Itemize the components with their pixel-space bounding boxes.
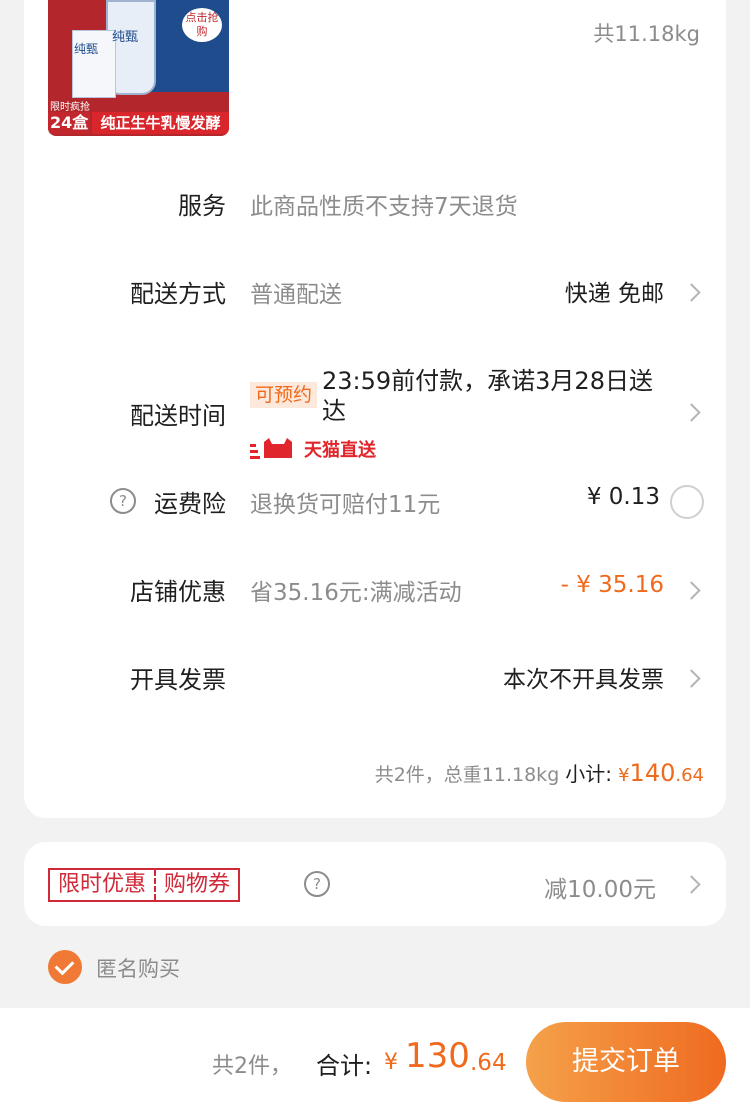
submit-order-button[interactable]: 提交订单 [526, 1022, 726, 1102]
shipping-insurance-label: 运费险 [154, 490, 226, 518]
shipping-insurance-price: ¥ 0.13 [586, 484, 660, 510]
help-icon[interactable]: ? [110, 488, 136, 514]
check-icon[interactable] [48, 950, 82, 984]
store-discount-row[interactable]: 店铺优惠 省35.16元:满减活动 - ¥ 35.16 [24, 572, 726, 612]
store-discount-desc: 省35.16元:满减活动 [250, 580, 462, 606]
coupon-tag: 限时优惠 购物券 [48, 868, 241, 902]
shipping-insurance-row: ? 运费险 退换货可赔付11元 ¥ 0.13 [24, 482, 726, 522]
product-count-label: 24盒 [48, 112, 91, 134]
subtotal-line: 共2件，总重11.18kg 小计: ¥140.64 [375, 758, 704, 787]
product-promo-tag: 点击抢购 [182, 8, 222, 42]
total-currency: ¥ [384, 1050, 398, 1075]
product-slogan: 纯正生牛乳慢发酵 [92, 112, 229, 134]
store-discount-value: - ¥ 35.16 [560, 572, 664, 598]
store-discount-label: 店铺优惠 [130, 578, 226, 606]
delivery-method-desc: 普通配送 [250, 282, 342, 308]
delivery-time-text: 23:59前付款，承诺3月28日送达 [322, 367, 653, 425]
invoice-label: 开具发票 [130, 666, 226, 694]
invoice-value: 本次不开具发票 [503, 667, 664, 693]
product-limit-text: 限时疯抢 [50, 102, 90, 113]
help-icon[interactable]: ? [304, 871, 330, 897]
product-bottle-text: 纯甄 [112, 30, 139, 45]
service-label: 服务 [178, 192, 226, 220]
chevron-right-icon [682, 581, 701, 600]
chevron-right-icon [682, 875, 701, 894]
product-box-text: 纯甄 [74, 42, 99, 56]
total-integer: 130 [405, 1036, 470, 1076]
chevron-right-icon [682, 283, 701, 302]
tmall-direct-label: 天猫直送 [304, 440, 376, 461]
subtotal-label: 小计: [565, 762, 613, 786]
bottom-bar: 共2件， 合计: ¥ 130 .64 提交订单 [0, 1008, 750, 1116]
chevron-right-icon [682, 669, 701, 688]
delivery-method-row[interactable]: 配送方式 普通配送 快递 免邮 [24, 274, 726, 314]
anonymous-purchase-label: 匿名购买 [96, 957, 180, 981]
coupon-tag-right: 购物券 [154, 870, 238, 900]
shipping-insurance-radio[interactable] [670, 485, 704, 519]
coupon-card[interactable]: 限时优惠 购物券 ? 减10.00元 [24, 842, 726, 926]
delivery-method-label: 配送方式 [130, 280, 226, 308]
chevron-right-icon [682, 403, 701, 422]
delivery-time-label: 配送时间 [130, 402, 226, 430]
shipping-insurance-desc: 退换货可赔付11元 [250, 492, 441, 518]
subtotal-summary: 共2件，总重11.18kg [374, 764, 560, 786]
subtotal-currency: ¥ [618, 765, 630, 786]
invoice-row[interactable]: 开具发票 本次不开具发票 [24, 660, 726, 700]
total-label: 合计: [316, 1052, 373, 1080]
delivery-method-value: 快递 免邮 [564, 281, 664, 307]
product-weight: 共11.18kg [593, 22, 700, 46]
coupon-value: 减10.00元 [544, 877, 656, 903]
tmall-cat-icon [250, 438, 292, 459]
service-desc: 此商品性质不支持7天退货 [250, 194, 518, 220]
total-decimal: .64 [470, 1050, 507, 1076]
service-row: 服务 此商品性质不支持7天退货 [24, 186, 726, 226]
order-detail-card: 纯甄 纯甄 点击抢购 限时疯抢 24盒 纯正生牛乳慢发酵 共11.18kg 服务… [24, 0, 726, 818]
subtotal-integer: 140 [629, 759, 676, 787]
product-image[interactable]: 纯甄 纯甄 点击抢购 限时疯抢 24盒 纯正生牛乳慢发酵 [48, 0, 229, 136]
preorder-badge: 可预约 [250, 382, 318, 408]
subtotal-decimal: .64 [675, 765, 704, 786]
total-count: 共2件， [212, 1054, 292, 1079]
coupon-tag-left: 限时优惠 [58, 872, 147, 897]
